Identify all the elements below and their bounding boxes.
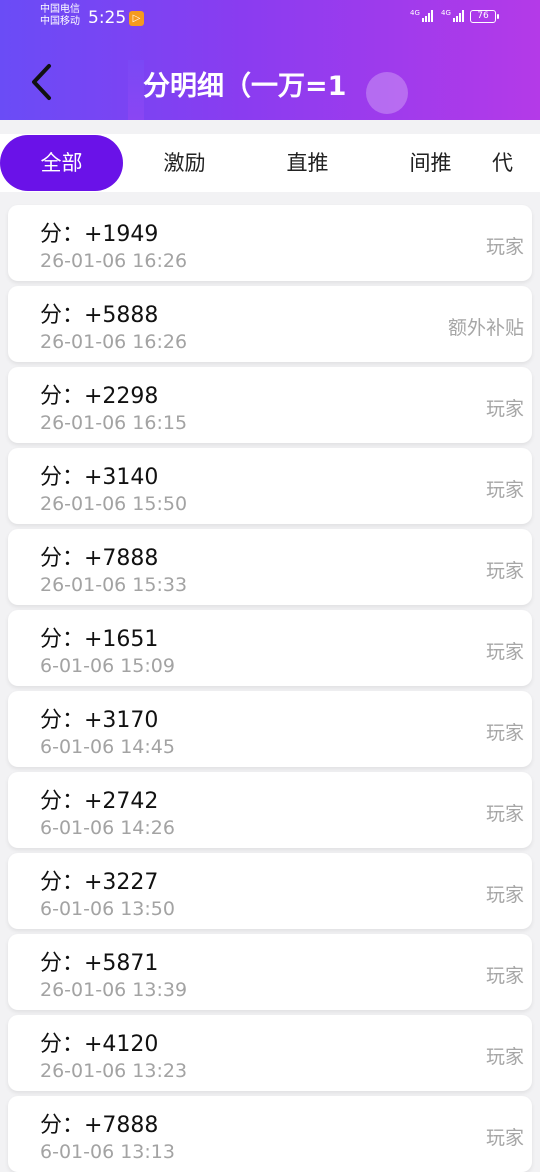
record-row[interactable]: 分：+5871 26-01-06 13:39 玩家 (8, 934, 532, 1010)
record-row[interactable]: 分：+2298 26-01-06 16:15 玩家 (8, 367, 532, 443)
signal-2-label: 4G (441, 9, 451, 17)
record-points: 分：+7888 (40, 546, 159, 571)
record-text: 分：+3170 6-01-06 14:45 (40, 691, 440, 767)
signal-icon-1: 4G (410, 10, 433, 22)
record-points: 分：+1949 (40, 222, 159, 247)
record-source: 玩家 (485, 803, 524, 825)
record-source: 玩家 (485, 1127, 524, 1149)
record-time: 26-01-06 15:50 (40, 493, 188, 515)
record-row[interactable]: 分：+3140 26-01-06 15:50 玩家 (8, 448, 532, 524)
app-header: 中国电信 中国移动 5:25 ▷ 4G 4G 76 分明细（一万=1 (0, 0, 540, 120)
record-source: 玩家 (485, 479, 524, 501)
record-row[interactable]: 分：+1651 6-01-06 15:09 玩家 (8, 610, 532, 686)
floating-dot (366, 72, 408, 114)
record-source: 玩家 (485, 641, 524, 663)
record-text: 分：+7888 26-01-06 15:33 (40, 529, 440, 605)
record-text: 分：+3140 26-01-06 15:50 (40, 448, 440, 524)
record-source: 玩家 (485, 560, 524, 582)
tab-all[interactable]: 全部 (0, 135, 123, 191)
record-source: 玩家 (485, 1046, 524, 1068)
record-row[interactable]: 分：+7888 6-01-06 13:13 玩家 (8, 1096, 532, 1172)
record-row[interactable]: 分：+3170 6-01-06 14:45 玩家 (8, 691, 532, 767)
record-points: 分：+7888 (40, 1113, 159, 1138)
record-points: 分：+2298 (40, 384, 159, 409)
record-time: 26-01-06 13:23 (40, 1060, 188, 1082)
record-points: 分：+5871 (40, 951, 159, 976)
tab-agent[interactable]: 代 (492, 135, 532, 191)
record-time: 26-01-06 15:33 (40, 574, 188, 596)
record-points: 分：+4120 (40, 1032, 159, 1057)
record-text: 分：+2742 6-01-06 14:26 (40, 772, 440, 848)
record-time: 26-01-06 16:26 (40, 331, 188, 353)
record-time: 26-01-06 16:15 (40, 412, 188, 434)
battery-icon: 76 (470, 10, 499, 23)
record-time: 26-01-06 16:26 (40, 250, 188, 272)
record-text: 分：+4120 26-01-06 13:23 (40, 1015, 440, 1091)
page-title: 分明细（一万=1 (143, 71, 347, 102)
record-row[interactable]: 分：+3227 6-01-06 13:50 玩家 (8, 853, 532, 929)
record-row[interactable]: 分：+4120 26-01-06 13:23 玩家 (8, 1015, 532, 1091)
record-time: 26-01-06 13:39 (40, 979, 188, 1001)
record-points: 分：+3140 (40, 465, 159, 490)
record-text: 分：+5888 26-01-06 16:26 (40, 286, 440, 362)
record-text: 分：+7888 6-01-06 13:13 (40, 1096, 440, 1172)
record-source: 额外补贴 (447, 317, 524, 339)
record-points: 分：+3227 (40, 870, 159, 895)
tab-direct[interactable]: 直推 (246, 135, 369, 191)
record-row[interactable]: 分：+7888 26-01-06 15:33 玩家 (8, 529, 532, 605)
tab-incentive[interactable]: 激励 (123, 135, 246, 191)
record-text: 分：+1949 26-01-06 16:26 (40, 205, 440, 281)
record-time: 6-01-06 15:09 (40, 655, 175, 677)
filter-tabs: 全部 激励 直推 间推 代 (0, 134, 540, 192)
carrier-labels: 中国电信 中国移动 (40, 4, 80, 28)
record-source: 玩家 (485, 884, 524, 906)
record-source: 玩家 (485, 722, 524, 744)
notification-icon: ▷ (129, 11, 144, 26)
record-row[interactable]: 分：+5888 26-01-06 16:26 额外补贴 (8, 286, 532, 362)
record-points: 分：+3170 (40, 708, 159, 733)
carrier-1: 中国电信 (40, 4, 80, 15)
tab-indirect[interactable]: 间推 (369, 135, 492, 191)
record-row[interactable]: 分：+2742 6-01-06 14:26 玩家 (8, 772, 532, 848)
record-points: 分：+1651 (40, 627, 159, 652)
record-source: 玩家 (485, 236, 524, 258)
status-time: 5:25 (88, 8, 127, 28)
record-row[interactable]: 分：+1949 26-01-06 16:26 玩家 (8, 205, 532, 281)
signal-icon-2: 4G (441, 10, 464, 22)
record-source: 玩家 (485, 965, 524, 987)
record-time: 6-01-06 14:45 (40, 736, 175, 758)
back-button[interactable] (22, 60, 62, 104)
record-text: 分：+3227 6-01-06 13:50 (40, 853, 440, 929)
record-time: 6-01-06 13:50 (40, 898, 175, 920)
overlay-mask (128, 60, 144, 120)
record-text: 分：+5871 26-01-06 13:39 (40, 934, 440, 1010)
record-time: 6-01-06 13:13 (40, 1141, 175, 1163)
record-source: 玩家 (485, 398, 524, 420)
record-text: 分：+1651 6-01-06 15:09 (40, 610, 440, 686)
record-text: 分：+2298 26-01-06 16:15 (40, 367, 440, 443)
record-points: 分：+2742 (40, 789, 159, 814)
status-bar: 中国电信 中国移动 5:25 ▷ 4G 4G 76 (0, 0, 540, 36)
signal-1-label: 4G (410, 9, 420, 17)
carrier-2: 中国移动 (40, 16, 80, 27)
record-points: 分：+5888 (40, 303, 159, 328)
chevron-left-icon (32, 64, 51, 100)
record-time: 6-01-06 14:26 (40, 817, 175, 839)
